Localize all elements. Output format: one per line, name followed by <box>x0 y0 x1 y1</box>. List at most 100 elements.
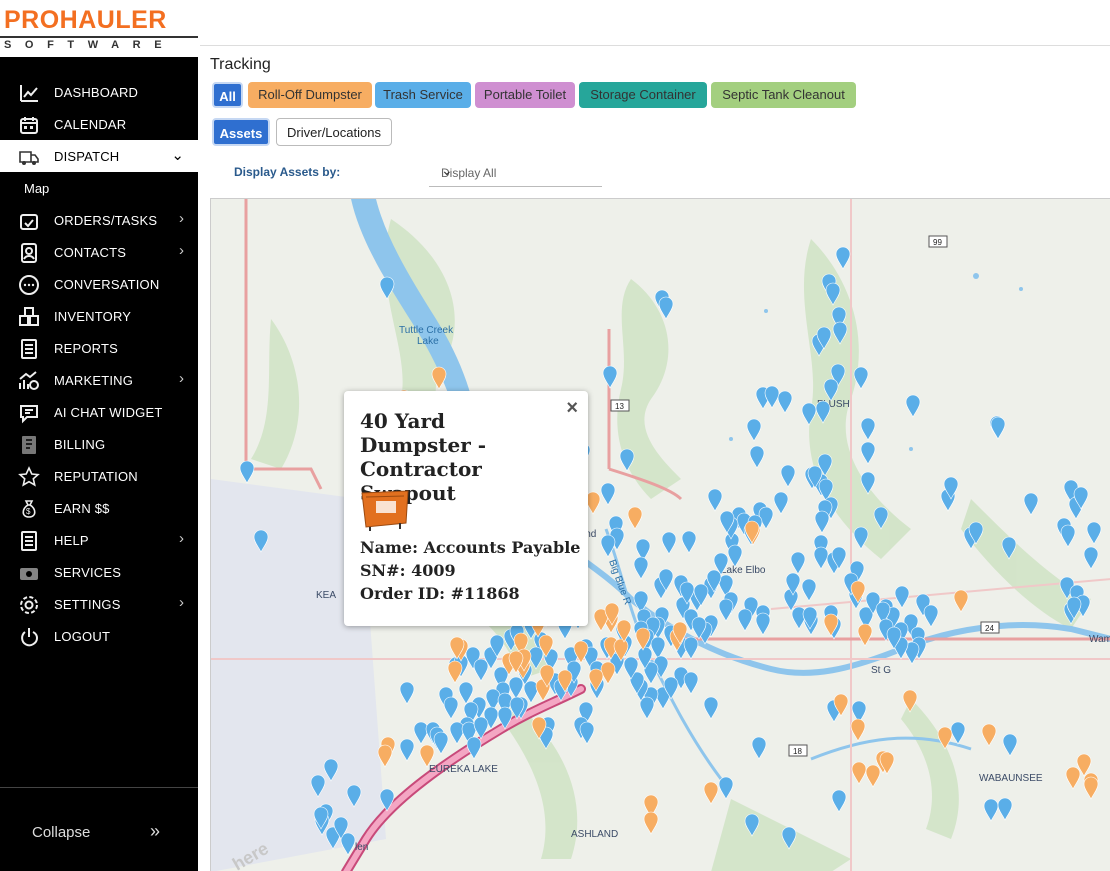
chat-bubble-icon <box>19 275 39 295</box>
filter-trash-service[interactable]: Trash Service <box>375 82 471 108</box>
sidebar-item-services[interactable]: SERVICES <box>0 556 198 588</box>
double-chevron-right-icon: » <box>150 821 161 841</box>
popup-name: Name: Accounts Payable <box>360 538 581 557</box>
display-assets-select[interactable]: Display All ⌄ <box>429 160 602 187</box>
page-title: Tracking <box>210 56 271 73</box>
filter-storage-container[interactable]: Storage Container <box>579 82 707 108</box>
display-assets-label: Display Assets by: <box>234 165 341 179</box>
sidebar-item-label: MARKETING <box>54 373 134 388</box>
marketing-icon <box>19 371 39 390</box>
chart-line-icon <box>20 85 38 102</box>
sidebar-subitem-map[interactable]: Map <box>0 172 198 204</box>
services-icon <box>20 568 38 580</box>
power-icon <box>21 628 39 647</box>
sidebar-item-label: DASHBOARD <box>54 85 139 100</box>
collapse-label: Collapse <box>32 824 91 841</box>
filter-roll-off-dumpster[interactable]: Roll-Off Dumpster <box>248 82 372 108</box>
chevron-down-icon: ⌄ <box>441 162 453 178</box>
sidebar-item-help[interactable]: HELP › <box>0 524 198 556</box>
sidebar-item-label: INVENTORY <box>54 309 132 324</box>
sidebar-item-earn[interactable]: $ EARN $$ <box>0 492 198 524</box>
header-divider <box>200 45 1110 46</box>
chevron-icon[interactable]: › <box>179 242 184 259</box>
sidebar-item-dispatch[interactable]: DISPATCH ⌄ <box>0 140 198 172</box>
sidebar-item-calendar[interactable]: CALENDAR <box>0 108 198 140</box>
map-label: EUREKA LAKE <box>429 764 498 775</box>
sidebar-subitem-label: Map <box>24 181 50 196</box>
dumpster-image <box>361 490 409 531</box>
sidebar-divider <box>0 787 198 788</box>
gear-icon <box>20 596 38 614</box>
billing-icon <box>22 436 36 454</box>
sidebar-item-label: REPORTS <box>54 341 119 356</box>
driver-locations-button[interactable]: Driver/Locations <box>276 118 392 146</box>
filter-septic-tank-cleanout[interactable]: Septic Tank Cleanout <box>711 82 856 108</box>
chevron-icon[interactable]: › <box>179 530 184 547</box>
map-label: Lake Elbo <box>721 565 766 576</box>
calendar-icon <box>20 117 38 134</box>
sidebar-item-orders-tasks[interactable]: ORDERS/TASKS › <box>0 204 198 236</box>
sidebar-item-reputation[interactable]: REPUTATION <box>0 460 198 492</box>
logo[interactable]: PROHAULER SOFTWARE <box>0 0 198 60</box>
map-label: ASHLAND <box>571 829 618 840</box>
sidebar-item-contacts[interactable]: CONTACTS › <box>0 236 198 268</box>
map-label: KEA <box>316 590 336 601</box>
highway-shield: 13 <box>615 402 624 411</box>
main-content: Tracking All Roll-Off Dumpster Trash Ser… <box>198 0 1110 871</box>
map-label: Wam <box>1089 634 1110 645</box>
logo-subtitle: SOFTWARE <box>0 36 198 51</box>
highway-shield: 24 <box>985 624 994 633</box>
sidebar-item-label: ORDERS/TASKS <box>54 213 158 228</box>
chevron-icon[interactable]: ⌄ <box>171 146 184 164</box>
sidebar-item-billing[interactable]: BILLING <box>0 428 198 460</box>
svg-text:$: $ <box>26 507 31 516</box>
sidebar-item-label: CONVERSATION <box>54 277 160 292</box>
asset-popup: 40 Yard Dumpster - Contractor Swapout × … <box>344 391 588 626</box>
sidebar-item-label: SERVICES <box>54 565 122 580</box>
map-label: St G <box>871 665 891 676</box>
sidebar-item-label: REPUTATION <box>54 469 138 484</box>
sidebar: PROHAULER SOFTWARE DASHBOARD CALENDAR DISP… <box>0 0 198 871</box>
collapse-button[interactable]: Collapse » <box>0 815 198 849</box>
boxes-icon <box>19 307 39 326</box>
map-label: Lake <box>417 336 439 347</box>
popup-serial: SN#: 4009 <box>360 561 456 580</box>
sidebar-item-label: LOGOUT <box>54 629 111 644</box>
close-icon[interactable]: × <box>566 397 578 420</box>
help-icon <box>21 531 37 551</box>
chevron-icon[interactable]: › <box>179 210 184 227</box>
filter-all[interactable]: All <box>212 82 243 108</box>
map-label: WABAUNSEE <box>979 773 1043 784</box>
star-icon <box>18 466 40 487</box>
report-icon <box>21 339 37 359</box>
sidebar-item-label: AI CHAT WIDGET <box>54 405 163 420</box>
assets-button[interactable]: Assets <box>212 118 270 146</box>
map-label: len <box>355 842 368 853</box>
truck-icon <box>19 151 39 165</box>
calendar-check-icon <box>20 214 38 230</box>
logo-wordmark: PROHAULER <box>4 6 167 34</box>
contacts-icon <box>21 243 37 263</box>
highway-shield: 18 <box>793 747 802 756</box>
chevron-icon[interactable]: › <box>179 594 184 611</box>
map-view[interactable]: Tuttle Creek Lake FLUSH Lake Elbo Pond B… <box>210 198 1110 871</box>
map-label: Tuttle Creek <box>399 325 454 336</box>
popup-order-id: Order ID: #11868 <box>360 584 520 603</box>
chevron-icon[interactable]: › <box>179 370 184 387</box>
sidebar-item-label: CALENDAR <box>54 117 127 132</box>
sidebar-item-label: EARN $$ <box>54 501 110 516</box>
filter-portable-toilet[interactable]: Portable Toilet <box>475 82 575 108</box>
money-bag-icon: $ <box>22 500 36 518</box>
sidebar-item-label: HELP <box>54 533 89 548</box>
sidebar-item-inventory[interactable]: INVENTORY <box>0 300 198 332</box>
sidebar-item-reports[interactable]: REPORTS <box>0 332 198 364</box>
sidebar-item-dashboard[interactable]: DASHBOARD <box>0 76 198 108</box>
sidebar-item-logout[interactable]: LOGOUT <box>0 620 198 652</box>
sidebar-item-label: CONTACTS <box>54 245 127 260</box>
sidebar-item-ai-chat-widget[interactable]: AI CHAT WIDGET <box>0 396 198 428</box>
sidebar-item-marketing[interactable]: MARKETING › <box>0 364 198 396</box>
sidebar-item-settings[interactable]: SETTINGS › <box>0 588 198 620</box>
sidebar-item-label: DISPATCH <box>54 149 120 164</box>
sidebar-item-label: BILLING <box>54 437 106 452</box>
sidebar-item-conversation[interactable]: CONVERSATION <box>0 268 198 300</box>
